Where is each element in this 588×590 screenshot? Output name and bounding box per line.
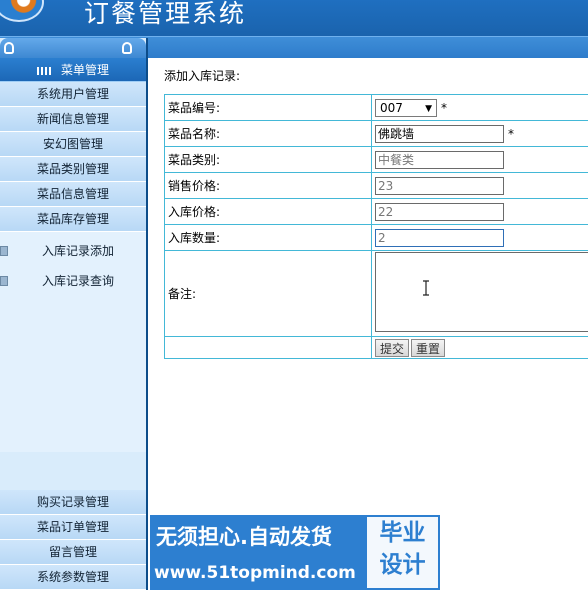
sidebar-menu-header[interactable]: 菜单管理: [0, 58, 146, 82]
in-price-label: 入库价格:: [164, 198, 372, 225]
buttons-cell: 提交 重置: [371, 336, 588, 359]
submenu-item-query-stock-record[interactable]: 入库记录查询: [0, 266, 146, 296]
watermark-badge-line2: 设计: [379, 552, 426, 578]
bullet-icon: [0, 276, 8, 286]
dish-type-cell: [371, 146, 588, 173]
dish-no-cell: 007 ▼ *: [371, 94, 588, 121]
watermark-banner: 无须担心.自动发货 www.51topmind.com 毕业 设计: [150, 515, 440, 590]
app-header: 订餐管理系统: [0, 0, 588, 36]
form-row: 菜品名称: *: [164, 120, 588, 147]
form-row: 提交 重置: [164, 336, 588, 359]
sidebar-item-messages[interactable]: 留言管理: [0, 540, 146, 565]
logo-icon: [0, 0, 44, 22]
sidebar-item-dish-category[interactable]: 菜品类别管理: [0, 157, 146, 182]
sidebar-item-system-params[interactable]: 系统参数管理: [0, 565, 146, 590]
watermark-url: www.51topmind.com: [154, 563, 356, 583]
in-price-field[interactable]: [375, 202, 504, 221]
dish-name-label: 菜品名称:: [164, 120, 372, 147]
sidebar-item-dish-orders[interactable]: 菜品订单管理: [0, 515, 146, 540]
watermark-slogan: 无须担心.自动发货: [156, 525, 332, 549]
in-qty-label: 入库数量:: [164, 224, 372, 251]
app-title: 订餐管理系统: [84, 0, 247, 28]
ring-icon: [4, 42, 14, 54]
submenu-item-add-stock-record[interactable]: 入库记录添加: [0, 236, 146, 266]
sidebar-item-slideshow[interactable]: 安幻图管理: [0, 132, 146, 157]
stock-record-form: 菜品编号: 007 ▼ * 菜品名称: * 菜品类别: 销售价格:: [164, 94, 588, 359]
sidebar-top-bar: [0, 38, 146, 58]
form-row: 销售价格:: [164, 172, 588, 199]
note-textarea[interactable]: [375, 252, 588, 332]
sidebar-item-system-users[interactable]: 系统用户管理: [0, 82, 146, 107]
form-row: 备注:: [164, 250, 588, 337]
reset-button[interactable]: 重置: [411, 338, 446, 357]
dish-no-label: 菜品编号:: [164, 94, 372, 121]
dish-name-cell: *: [371, 120, 588, 147]
sale-price-label: 销售价格:: [164, 172, 372, 199]
submit-button[interactable]: 提交: [375, 338, 410, 357]
dish-no-selected-value: 007: [380, 100, 403, 115]
required-mark: *: [441, 100, 447, 115]
bullet-icon: [0, 246, 8, 256]
menu-title: 菜单管理: [60, 63, 109, 77]
sidebar-item-dish-stock[interactable]: 菜品库存管理: [0, 207, 146, 232]
stock-submenu: 入库记录添加 入库记录查询: [0, 232, 146, 452]
note-label: 备注:: [164, 250, 372, 337]
sidebar-item-purchase-records[interactable]: 购买记录管理: [0, 490, 146, 515]
sale-price-field[interactable]: [375, 176, 504, 195]
grid-icon: [36, 66, 51, 75]
dropdown-arrow-icon: ▼: [425, 103, 432, 114]
text-cursor-icon: [423, 280, 429, 296]
sidebar-bottom-items: 购买记录管理 菜品订单管理 留言管理 系统参数管理: [0, 490, 146, 590]
empty-cell: [164, 336, 372, 359]
page-title: 添加入库记录:: [164, 69, 241, 83]
form-row: 菜品类别:: [164, 146, 588, 173]
required-mark: *: [508, 127, 514, 141]
submenu-item-label: 入库记录添加: [42, 244, 115, 258]
ring-icon: [122, 42, 132, 54]
sale-price-cell: [371, 172, 588, 199]
sidebar-item-news[interactable]: 新闻信息管理: [0, 107, 146, 132]
in-qty-field[interactable]: [375, 228, 504, 247]
main-content: 添加入库记录: 菜品编号: 007 ▼ * 菜品名称: * 菜品类别: 销售价格…: [152, 58, 588, 590]
sidebar-item-dish-info[interactable]: 菜品信息管理: [0, 182, 146, 207]
watermark-text-area: 无须担心.自动发货 www.51topmind.com: [150, 515, 365, 590]
watermark-badge-line1: 毕业: [379, 520, 426, 546]
watermark-badge: 毕业 设计: [367, 517, 438, 588]
in-qty-cell: [371, 224, 588, 251]
submenu-item-label: 入库记录查询: [42, 274, 115, 288]
sidebar: 菜单管理 系统用户管理 新闻信息管理 安幻图管理 菜品类别管理 菜品信息管理 菜…: [0, 38, 148, 590]
dish-type-label: 菜品类别:: [164, 146, 372, 173]
dish-type-field[interactable]: [375, 150, 504, 169]
in-price-cell: [371, 198, 588, 225]
dish-no-select[interactable]: 007 ▼: [375, 98, 437, 117]
form-row: 入库数量:: [164, 224, 588, 251]
dish-name-field[interactable]: [375, 124, 504, 143]
note-cell: [371, 250, 588, 337]
form-row: 入库价格:: [164, 198, 588, 225]
form-row: 菜品编号: 007 ▼ *: [164, 94, 588, 121]
